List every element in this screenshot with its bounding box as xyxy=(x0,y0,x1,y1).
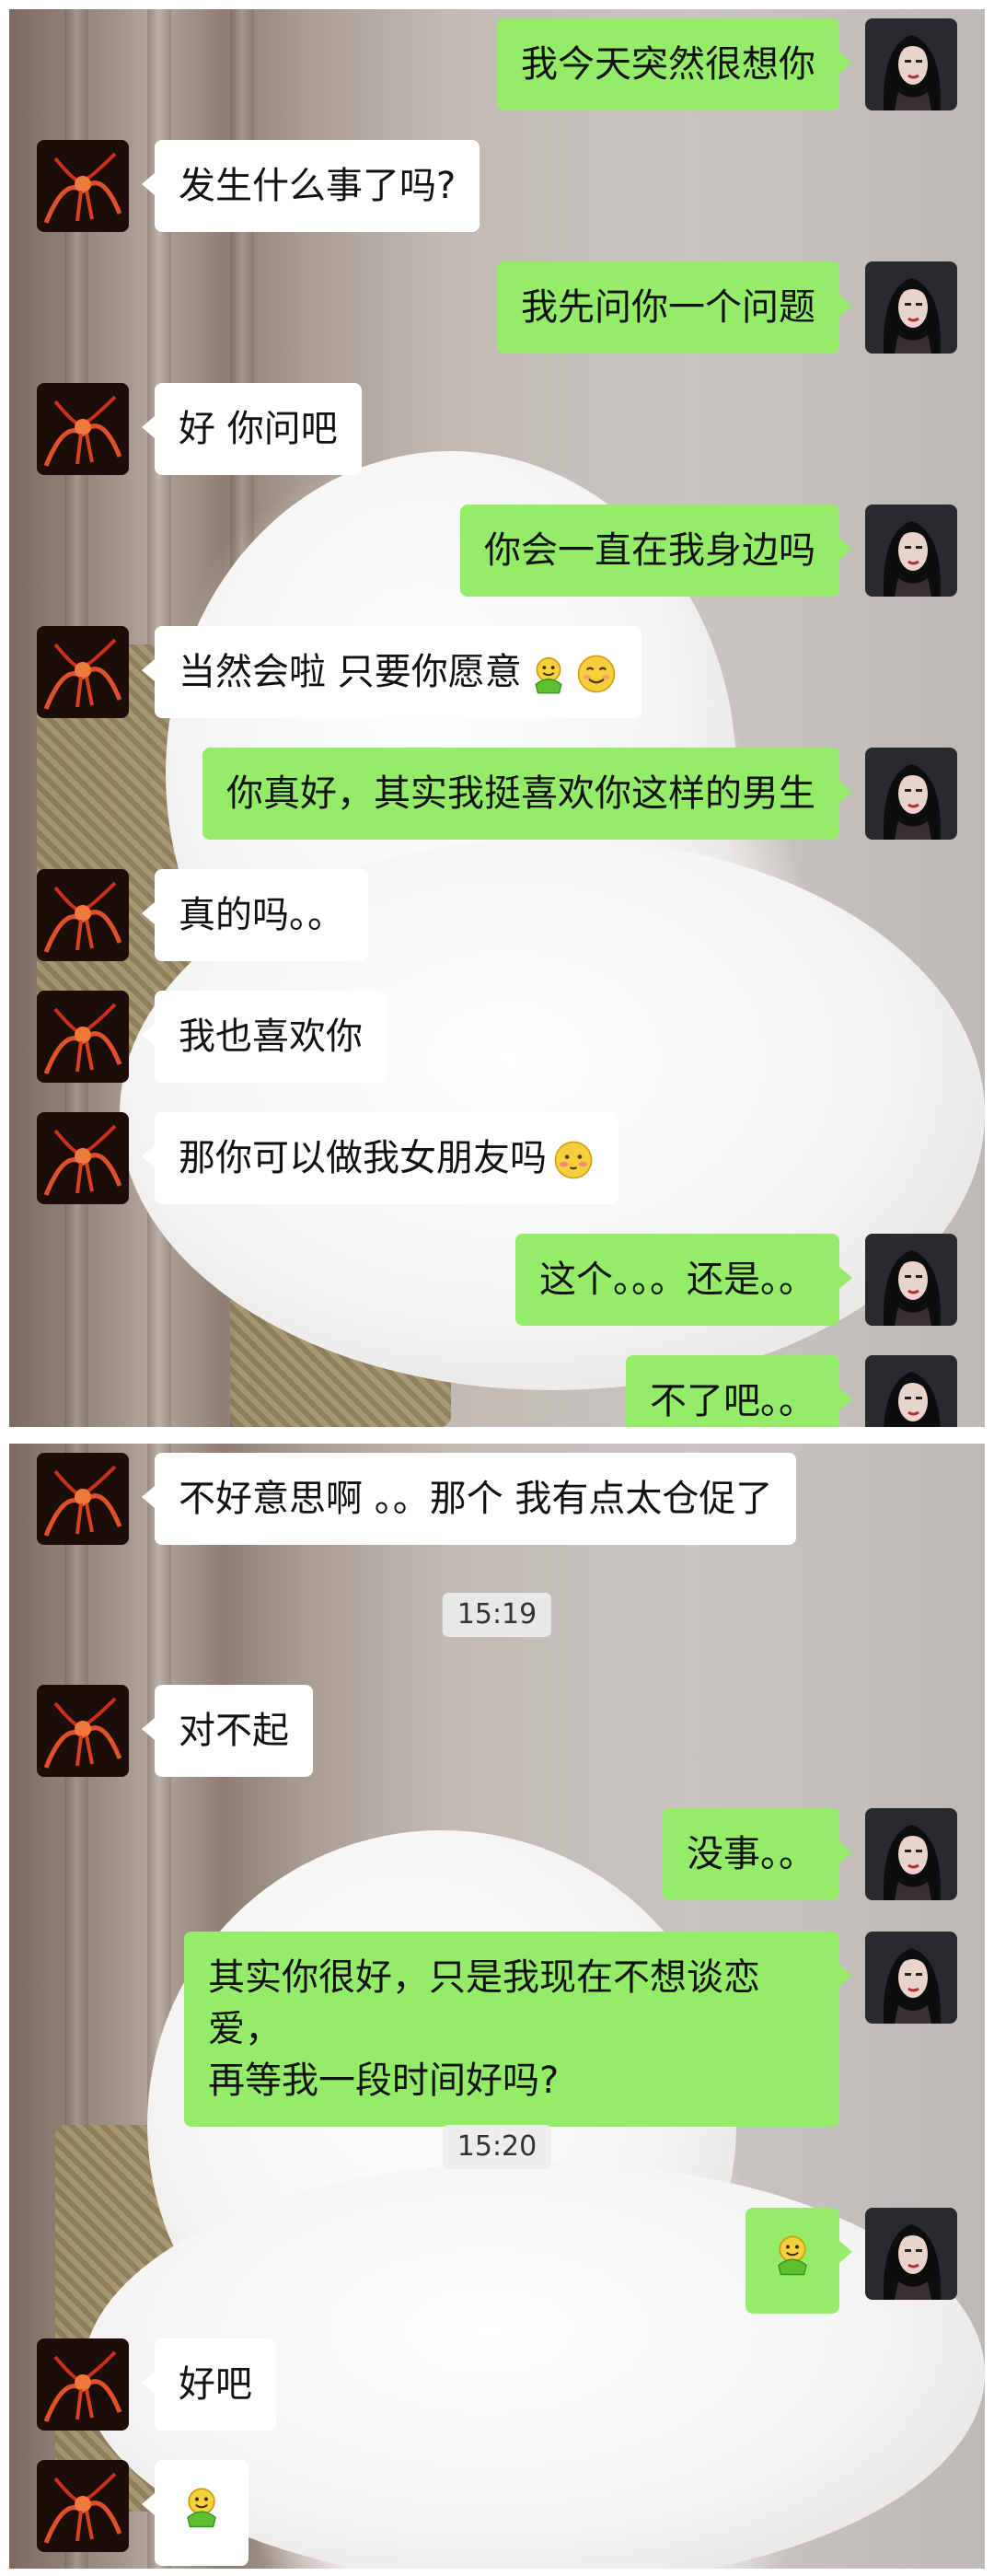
message-bubble-incoming[interactable]: 好 你问吧 xyxy=(142,383,362,475)
message-text: 好吧 xyxy=(179,2363,252,2406)
message-row: 你真好，其实我挺喜欢你这样的男生 xyxy=(9,748,985,840)
timestamp: 15:19 xyxy=(442,1593,552,1637)
message-text: 当然会啦 只要你愿意 xyxy=(179,651,522,693)
message-row: 好 你问吧 xyxy=(9,383,985,475)
avatar-contact[interactable] xyxy=(37,383,129,475)
message-text: 发生什么事了吗? xyxy=(179,165,457,207)
message-bubble-outgoing[interactable]: 你会一直在我身边吗 xyxy=(460,505,852,597)
chat-screenshot-bottom: 不好意思啊 。。那个 我有点太仓促了 15:19 对不起 没事。。 其实你很好，… xyxy=(9,1444,985,2569)
message-bubble-outgoing[interactable]: 其实你很好，只是我现在不想谈恋爱， 再等我一段时间好吗? xyxy=(184,1932,852,2127)
hug-emoji-icon xyxy=(179,2480,225,2532)
message-bubble-incoming[interactable]: 那你可以做我女朋友吗 xyxy=(142,1112,618,1204)
message-row xyxy=(9,2208,985,2314)
message-bubble-incoming[interactable]: 当然会啦 只要你愿意 xyxy=(142,626,641,718)
message-row: 好吧 xyxy=(9,2338,985,2431)
avatar-contact[interactable] xyxy=(37,2338,129,2431)
avatar-sender[interactable] xyxy=(865,1808,957,1900)
message-row: 不好意思啊 。。那个 我有点太仓促了 xyxy=(9,1453,985,1545)
message-row: 这个。。。还是。。 xyxy=(9,1234,985,1326)
hug-emoji-icon xyxy=(769,2228,815,2280)
avatar-sender[interactable] xyxy=(865,261,957,354)
timestamp: 15:20 xyxy=(442,2125,552,2169)
message-row: 你会一直在我身边吗 xyxy=(9,505,985,597)
message-row: 我也喜欢你 xyxy=(9,991,985,1083)
smiling-face-icon xyxy=(575,653,618,695)
message-bubble-incoming[interactable]: 发生什么事了吗? xyxy=(141,140,480,232)
message-text: 你会一直在我身边吗 xyxy=(484,529,815,572)
message-text: 好 你问吧 xyxy=(179,408,338,450)
avatar-contact[interactable] xyxy=(37,626,129,718)
avatar-contact[interactable] xyxy=(37,140,129,232)
message-row: 当然会啦 只要你愿意 xyxy=(9,626,985,718)
message-text-line: 再等我一段时间好吗? xyxy=(208,2060,560,2102)
message-row: 其实你很好，只是我现在不想谈恋爱， 再等我一段时间好吗? xyxy=(9,1932,985,2127)
message-bubble-outgoing[interactable]: 这个。。。还是。。 xyxy=(515,1234,852,1326)
message-row: 不了吧。。 xyxy=(9,1355,985,1427)
message-text: 我先问你一个问题 xyxy=(521,286,815,329)
message-bubble-outgoing[interactable]: 你真好，其实我挺喜欢你这样的男生 xyxy=(202,748,852,840)
avatar-sender[interactable] xyxy=(865,2208,957,2300)
hug-emoji-icon xyxy=(527,653,570,695)
message-bubble-incoming[interactable]: 真的吗。。 xyxy=(142,869,368,961)
message-text: 对不起 xyxy=(179,1710,289,1752)
message-text: 不好意思啊 。。那个 我有点太仓促了 xyxy=(179,1478,773,1520)
message-text: 我今天突然很想你 xyxy=(521,43,815,86)
avatar-contact[interactable] xyxy=(37,869,129,961)
message-row: 我今天突然很想你 xyxy=(9,18,985,110)
message-bubble-incoming[interactable]: 不好意思啊 。。那个 我有点太仓促了 xyxy=(141,1453,797,1545)
message-text: 不了吧。。 xyxy=(650,1380,815,1422)
avatar-sender[interactable] xyxy=(865,1234,957,1326)
message-bubble-outgoing[interactable]: 我先问你一个问题 xyxy=(497,261,852,354)
blushing-face-icon xyxy=(552,1139,595,1181)
message-bubble-incoming[interactable]: 好吧 xyxy=(142,2338,276,2431)
message-text-line: 其实你很好，只是我现在不想谈恋爱， xyxy=(208,1956,760,2050)
message-row: 那你可以做我女朋友吗 xyxy=(9,1112,985,1204)
message-bubble-incoming[interactable]: 我也喜欢你 xyxy=(142,991,387,1083)
avatar-contact[interactable] xyxy=(37,1685,129,1777)
message-bubble-outgoing[interactable]: 我今天突然很想你 xyxy=(497,18,852,110)
avatar-sender[interactable] xyxy=(865,1355,957,1427)
avatar-contact[interactable] xyxy=(37,1112,129,1204)
message-text: 真的吗。。 xyxy=(179,894,344,936)
message-row: 对不起 xyxy=(9,1685,985,1777)
message-row: 发生什么事了吗? xyxy=(9,140,985,232)
message-bubble-incoming[interactable]: 对不起 xyxy=(142,1685,313,1777)
message-row: 我先问你一个问题 xyxy=(9,261,985,354)
message-row xyxy=(9,2460,985,2566)
chat-screenshot-top: 我今天突然很想你 发生什么事了吗? 我先问你一个问题 好 你问吧 你会一直在我身… xyxy=(9,9,985,1427)
message-text: 那你可以做我女朋友吗 xyxy=(179,1137,547,1179)
avatar-contact[interactable] xyxy=(37,2460,129,2552)
message-row: 真的吗。。 xyxy=(9,869,985,961)
message-bubble-outgoing[interactable]: 没事。。 xyxy=(663,1808,852,1900)
message-bubble-outgoing[interactable]: 不了吧。。 xyxy=(626,1355,852,1427)
message-bubble-outgoing[interactable] xyxy=(746,2208,852,2314)
avatar-sender[interactable] xyxy=(865,505,957,597)
message-text: 没事。。 xyxy=(687,1833,815,1875)
avatar-sender[interactable] xyxy=(865,748,957,840)
message-text: 你真好，其实我挺喜欢你这样的男生 xyxy=(226,772,815,815)
message-row: 没事。。 xyxy=(9,1808,985,1900)
message-bubble-incoming[interactable] xyxy=(142,2460,248,2566)
message-text: 我也喜欢你 xyxy=(179,1015,363,1058)
message-text: 这个。。。还是。。 xyxy=(539,1259,815,1301)
avatar-contact[interactable] xyxy=(37,1453,129,1545)
avatar-sender[interactable] xyxy=(865,1932,957,2024)
avatar-sender[interactable] xyxy=(865,18,957,110)
avatar-contact[interactable] xyxy=(37,991,129,1083)
